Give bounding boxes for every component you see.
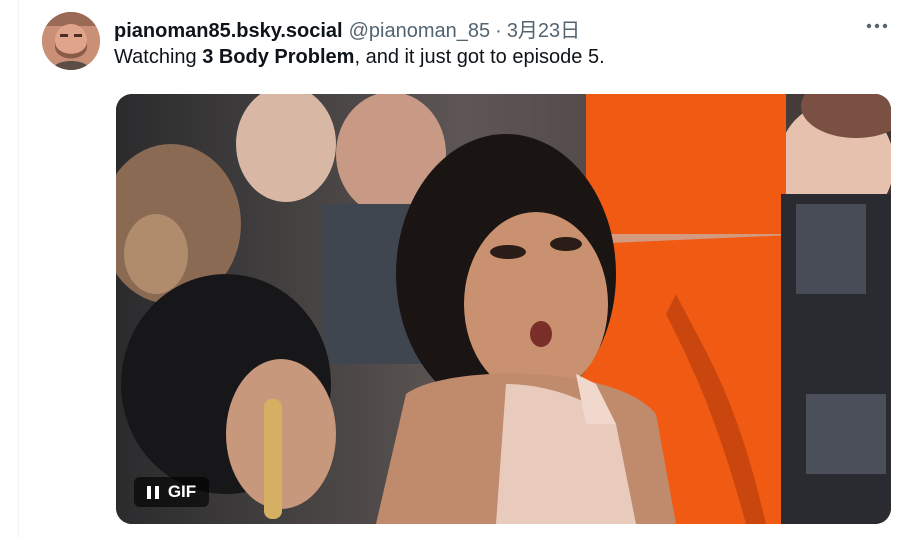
separator-dot: ·	[495, 20, 502, 42]
gif-badge[interactable]: GIF	[134, 477, 209, 507]
tweet-text-before: Watching	[114, 46, 203, 68]
pause-icon	[146, 485, 159, 499]
avatar[interactable]	[42, 12, 100, 70]
tweet-text-after: , and it just got to episode 5.	[354, 46, 605, 68]
user-handle[interactable]: @pianoman_85	[349, 20, 491, 43]
tweet-header: pianoman85.bsky.social @pianoman_85 · 3月…	[114, 14, 580, 42]
timeline-divider	[18, 0, 19, 538]
display-name[interactable]: pianoman85.bsky.social	[114, 20, 343, 43]
tweet-text: Watching 3 Body Problem, and it just got…	[114, 46, 605, 69]
post-date[interactable]: 3月23日	[507, 14, 580, 43]
more-options-button[interactable]	[864, 16, 890, 36]
tweet: pianoman85.bsky.social @pianoman_85 · 3月…	[0, 0, 910, 538]
gif-media[interactable]	[116, 94, 891, 524]
gif-frame	[116, 94, 891, 524]
tweet-text-bold: 3 Body Problem	[202, 46, 355, 68]
gif-label: GIF	[167, 482, 197, 501]
avatar-image	[42, 12, 100, 70]
more-horizontal-icon	[866, 23, 888, 29]
